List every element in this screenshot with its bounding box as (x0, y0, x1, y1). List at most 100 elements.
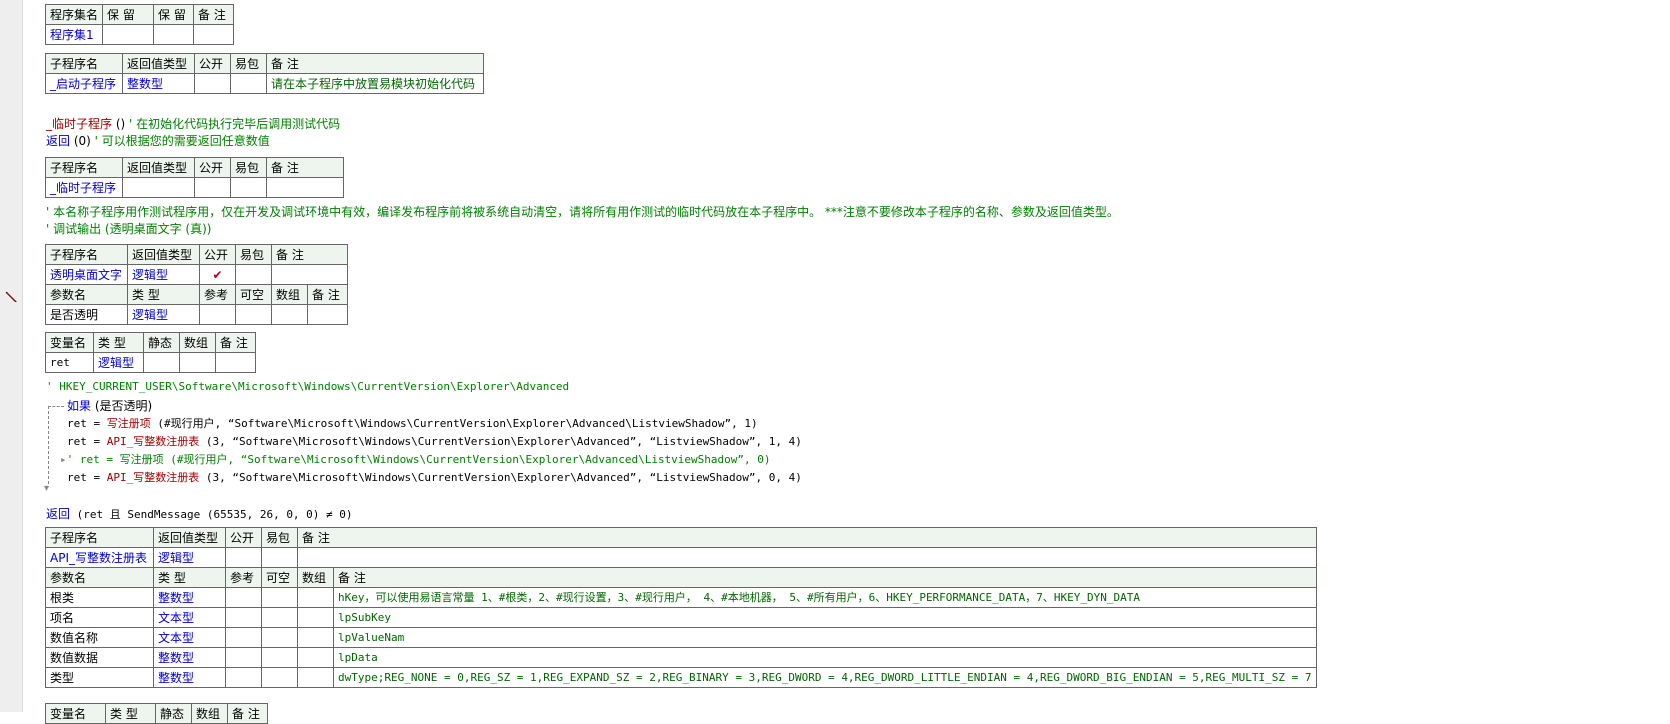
cell[interactable] (179, 352, 216, 373)
header-cell: 子程序名 (45, 53, 123, 74)
cell[interactable] (225, 627, 262, 648)
code-comment[interactable]: ' 本名称子程序用作测试程序用，仅在开发及调试环境中有效，编译发布程序前将被系统… (46, 204, 1119, 220)
remark[interactable]: lpSubKey (333, 607, 1317, 628)
cell[interactable] (235, 264, 272, 285)
return-type[interactable]: 整数型 (122, 73, 195, 94)
code-line[interactable]: ret = 写注册项 (#现行用户, “Software\Microsoft\W… (67, 416, 758, 432)
header-cell: 备 注 (271, 244, 348, 265)
cell[interactable] (153, 24, 195, 45)
cell[interactable] (261, 647, 298, 668)
cell[interactable] (261, 587, 298, 608)
sub-call: _临时子程序 (46, 117, 113, 131)
cell[interactable] (307, 304, 348, 325)
cell[interactable] (261, 607, 298, 628)
cell[interactable] (297, 587, 334, 608)
code-comment[interactable]: ▸' ret = 写注册项 (#现行用户, “Software\Microsof… (60, 452, 771, 468)
code-comment[interactable]: ' 调试输出 (透明桌面文字 (真)) (46, 221, 211, 237)
code-line[interactable]: ret = API_写整数注册表 (3, “Software\Microsoft… (67, 434, 802, 450)
sub-name[interactable]: _临时子程序 (45, 177, 123, 198)
cell[interactable] (122, 177, 195, 198)
header-cell: 程序集名 (44, 4, 104, 25)
cell[interactable] (225, 667, 262, 688)
remark[interactable]: lpValueNam (333, 627, 1317, 648)
cell[interactable] (297, 667, 334, 688)
header-cell: 类 型 (127, 284, 200, 305)
func-call: API_写整数注册表 (106, 471, 200, 484)
cell[interactable] (266, 177, 344, 198)
cell[interactable] (297, 547, 1317, 568)
header-cell: 公开 (194, 157, 231, 178)
return-type[interactable]: 逻辑型 (127, 264, 200, 285)
cell[interactable] (102, 24, 155, 45)
cell[interactable] (194, 73, 231, 94)
param-type[interactable]: 文本型 (153, 607, 226, 628)
code-comment: ' 在初始化代码执行完毕后调用测试代码 (129, 117, 341, 131)
table-row[interactable]: 数值数据 整数型 lpData (45, 647, 1317, 668)
param-name[interactable]: 是否透明 (45, 304, 128, 325)
param-name[interactable]: 数值数据 (45, 647, 154, 668)
remark[interactable]: dwType;REG_NONE = 0,REG_SZ = 1,REG_EXPAN… (333, 667, 1317, 688)
return-type[interactable]: 逻辑型 (153, 547, 226, 568)
cell[interactable] (261, 547, 298, 568)
code-line[interactable]: _临时子程序 () ' 在初始化代码执行完毕后调用测试代码 (46, 116, 340, 132)
param-name[interactable]: 项名 (45, 607, 154, 628)
table-row[interactable]: 项名 文本型 lpSubKey (45, 607, 1317, 628)
assembly-name[interactable]: 程序集1 (44, 24, 104, 45)
cell[interactable] (271, 264, 348, 285)
cell[interactable] (193, 24, 235, 45)
cell[interactable] (271, 304, 308, 325)
remark[interactable]: 请在本子程序中放置易模块初始化代码 (266, 73, 484, 94)
cell[interactable] (194, 177, 231, 198)
cell[interactable] (225, 547, 262, 568)
cell[interactable] (297, 627, 334, 648)
cell[interactable] (225, 587, 262, 608)
header-cell: 子程序名 (45, 527, 154, 548)
header-cell: 备 注 (333, 567, 1317, 588)
remark[interactable]: hKey，可以使用易语言常量 1、#根类，2、#现行设置，3、#现行用户， 4、… (333, 587, 1317, 608)
param-type[interactable]: 整数型 (153, 667, 226, 688)
cell[interactable] (297, 607, 334, 628)
table-row[interactable]: 数值名称 文本型 lpValueNam (45, 627, 1317, 648)
code-args: (是否透明) (91, 399, 153, 413)
param-name[interactable]: 类型 (45, 667, 154, 688)
table-row[interactable]: 根类 整数型 hKey，可以使用易语言常量 1、#根类，2、#现行设置，3、#现… (45, 587, 1317, 608)
sub-name[interactable]: API_写整数注册表 (45, 547, 154, 568)
code-line[interactable]: 如果 (是否透明) (67, 398, 152, 414)
header-cell: 易包 (230, 53, 267, 74)
cell[interactable] (230, 73, 267, 94)
param-type[interactable]: 逻辑型 (127, 304, 200, 325)
sub-name[interactable]: _启动子程序 (45, 73, 123, 94)
code-line[interactable]: 返回 (0) ' 可以根据您的需要返回任意数值 (46, 133, 270, 149)
var-type[interactable]: 逻辑型 (93, 352, 144, 373)
cell[interactable] (297, 647, 334, 668)
header-cell: 备 注 (266, 53, 484, 74)
cell[interactable] (230, 177, 267, 198)
cell[interactable] (235, 304, 272, 325)
remark[interactable]: lpData (333, 647, 1317, 668)
param-type[interactable]: 整数型 (153, 647, 226, 668)
comment-text: ' ret = 写注册项 (#现行用户, “Software\Microsoft… (66, 453, 771, 466)
cell[interactable] (225, 607, 262, 628)
sub-name[interactable]: 透明桌面文字 (45, 264, 128, 285)
header-cell: 变量名 (45, 703, 106, 724)
cell[interactable] (215, 352, 256, 373)
code-line[interactable]: 返回 (ret 且 SendMessage (65535, 26, 0, 0) … (46, 506, 353, 523)
cell[interactable] (225, 647, 262, 668)
check-icon[interactable]: ✔ (199, 264, 236, 285)
var-name[interactable]: ret (45, 352, 94, 373)
cell[interactable] (261, 627, 298, 648)
header-cell: 备 注 (266, 157, 344, 178)
code-assign: ret = (67, 417, 107, 430)
pencil-icon (5, 291, 17, 302)
code-line[interactable]: ret = API_写整数注册表 (3, “Software\Microsoft… (67, 470, 802, 486)
param-type[interactable]: 文本型 (153, 627, 226, 648)
param-name[interactable]: 根类 (45, 587, 154, 608)
code-comment[interactable]: ' HKEY_CURRENT_USER\Software\Microsoft\W… (46, 379, 569, 395)
param-type[interactable]: 整数型 (153, 587, 226, 608)
header-cell: 可空 (235, 284, 272, 305)
table-row[interactable]: 类型 整数型 dwType;REG_NONE = 0,REG_SZ = 1,RE… (45, 667, 1317, 688)
cell[interactable] (261, 667, 298, 688)
param-name[interactable]: 数值名称 (45, 627, 154, 648)
cell[interactable] (143, 352, 180, 373)
cell[interactable] (199, 304, 236, 325)
